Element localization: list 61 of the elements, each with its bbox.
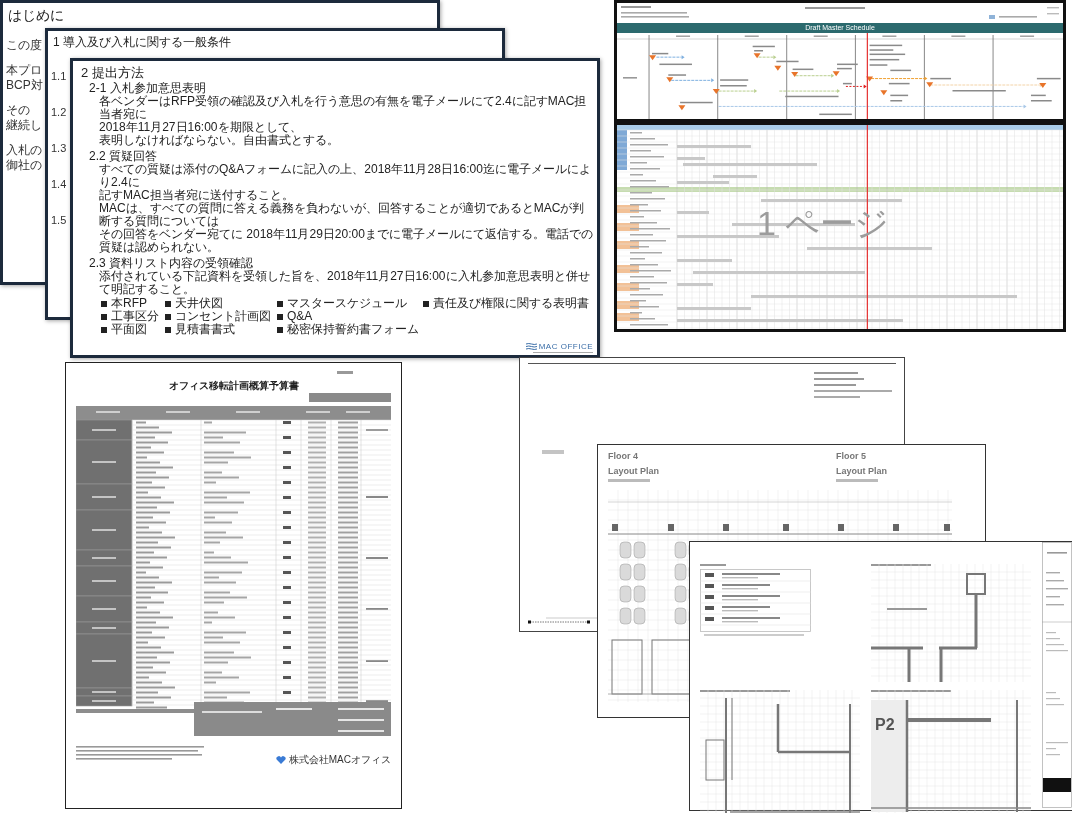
list-text: 天井伏図 xyxy=(175,297,223,310)
section-number: 1.2 xyxy=(51,106,67,119)
scale-bar-drawing xyxy=(528,617,598,625)
body-text: 2018年11月27日16:00を期限として、 xyxy=(99,121,302,134)
square-bullet-icon xyxy=(277,300,283,307)
page-title: 1 導入及び入札に関する一般条件 xyxy=(53,34,231,50)
logo-text: MAC OFFICE xyxy=(538,342,593,351)
list-text: 本RFP xyxy=(111,297,147,310)
section-heading: 2.3 資料リスト内容の受領確認 xyxy=(89,257,253,270)
body-text: その xyxy=(6,103,30,118)
body-text: 御社の xyxy=(6,158,42,173)
square-bullet-icon xyxy=(423,300,429,307)
document-title: オフィス移転計画概算予算書 xyxy=(168,380,299,392)
page-title: 2 提出方法 xyxy=(81,64,144,81)
plan-title: Layout Plan xyxy=(608,466,659,477)
square-bullet-icon xyxy=(165,300,171,307)
plan-title: Layout Plan xyxy=(836,466,887,477)
square-bullet-icon xyxy=(101,313,107,320)
body-text: MACは、すべての質問に答える義務を負わないが、回答することが適切であるとMACが判断する質問については xyxy=(99,202,586,228)
square-bullet-icon xyxy=(165,313,171,320)
list-text: 秘密保持誓約書フォーム xyxy=(287,323,419,336)
square-bullet-icon xyxy=(277,326,283,333)
section-heading: 2.2 質疑回答 xyxy=(89,150,157,163)
list-text: 平面図 xyxy=(111,323,147,336)
square-bullet-icon xyxy=(101,326,107,333)
floor-label: Floor 4 xyxy=(608,451,638,462)
section-number: 1.4 xyxy=(51,178,67,191)
body-text: その回答をベンダー宛てに 2018年11月29日20:00までに電子メールにて返信する。電話での質疑は認められない。 xyxy=(99,228,593,254)
square-bullet-icon xyxy=(277,313,283,320)
square-bullet-icon xyxy=(101,300,107,307)
blurred-text-drawing xyxy=(836,479,878,482)
body-text: 添付されている下記資料を受領した旨を、2018年11月27日16:00に入札参加意思表明と併せて明記すること。 xyxy=(99,270,591,296)
section-number: 1.3 xyxy=(51,142,67,155)
square-bullet-icon xyxy=(165,326,171,333)
body-text: 継続し xyxy=(6,118,42,133)
body-text: BCP対 xyxy=(6,78,43,93)
floor-label: Floor 5 xyxy=(836,451,866,462)
company-name: 株式会社MACオフィス xyxy=(288,754,391,766)
body-text: 表明しなければならない。自由書式とする。 xyxy=(99,134,339,147)
section-number: 1.5 xyxy=(51,214,67,227)
blurred-text-drawing xyxy=(608,479,650,482)
list-text: マスタースケジュール xyxy=(287,297,407,310)
logo-icon xyxy=(525,343,537,350)
body-text: 入札の xyxy=(6,143,42,158)
blurred-label-drawing xyxy=(337,371,353,374)
body-text: すべての質疑は添付のQ&Aフォームに記入の上、2018年11月28日16:00迄に電子メールにより2.4に xyxy=(99,163,592,189)
body-text: 各ベンダーはRFP受領の確認及び入札を行う意思の有無を電子メールにて2.4に記すMAC担当者宛に xyxy=(99,95,588,121)
list-text: コンセント計画図 xyxy=(175,310,271,323)
page-title: はじめに xyxy=(8,6,64,24)
body-text: 本プロ xyxy=(6,63,42,78)
list-text: 責任及び権限に関する表明書 xyxy=(433,297,589,310)
list-text: 工事区分 xyxy=(111,310,159,323)
blurred-text-drawing xyxy=(542,450,564,454)
heart-logo-icon xyxy=(275,756,286,764)
body-text: 記すMAC担当者宛に送付すること。 xyxy=(99,189,294,202)
body-text: この度 xyxy=(6,38,42,53)
section-number: 1.1 xyxy=(51,70,67,83)
list-text: 見積書書式 xyxy=(175,323,235,336)
list-text: Q&A xyxy=(287,310,313,323)
room-mark: P2 xyxy=(875,716,895,734)
section-heading: 2-1 入札参加意思表明 xyxy=(89,82,206,95)
